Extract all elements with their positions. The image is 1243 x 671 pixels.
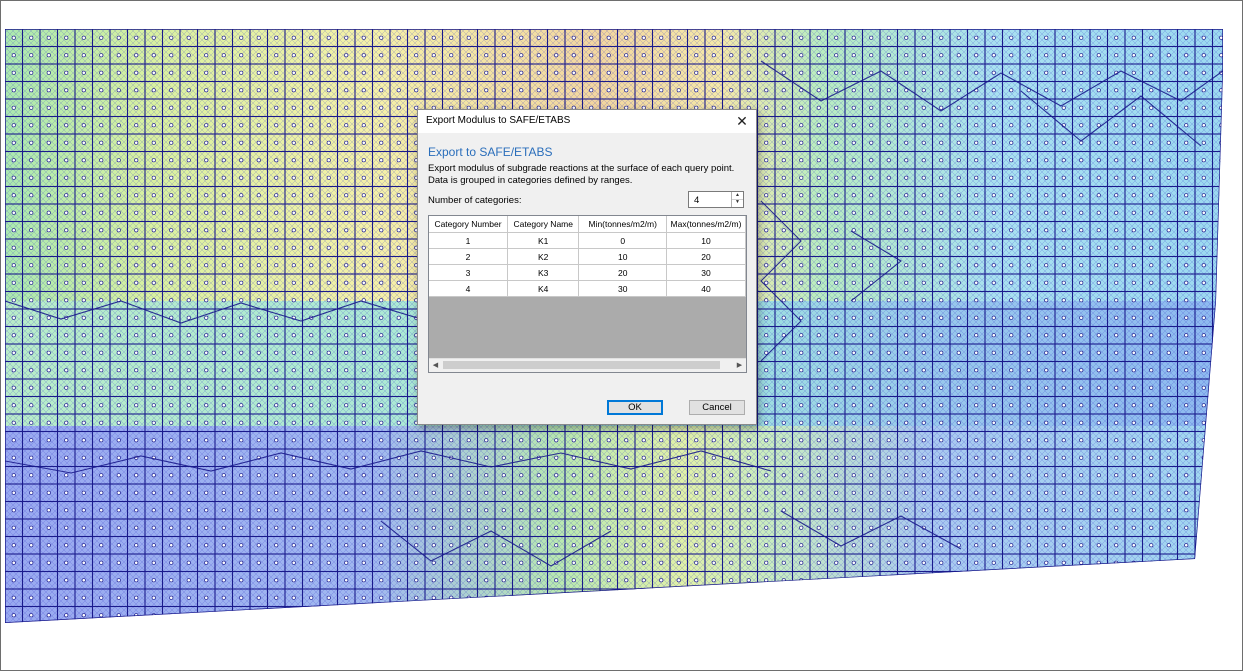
categories-table: Category Number Category Name Min(tonnes…: [428, 215, 747, 373]
table-cell[interactable]: 3: [429, 264, 508, 281]
categories-label: Number of categories:: [428, 195, 522, 206]
export-modulus-dialog: Export Modulus to SAFE/ETABS ✕ Export to…: [417, 109, 757, 425]
table-cell[interactable]: 20: [666, 248, 746, 265]
ok-button[interactable]: OK: [607, 400, 663, 415]
table-row: 4 K4 30 40: [429, 280, 746, 297]
table-header-row: Category Number Category Name Min(tonnes…: [429, 216, 746, 233]
table-cell[interactable]: 20: [578, 264, 667, 281]
table-cell[interactable]: 30: [578, 280, 667, 297]
table-cell[interactable]: 10: [578, 248, 667, 265]
left-arrow-icon[interactable]: ◀: [429, 359, 442, 372]
table-cell[interactable]: 4: [429, 280, 508, 297]
dialog-heading: Export to SAFE/ETABS: [428, 145, 553, 159]
table-cell[interactable]: 2: [429, 248, 508, 265]
down-arrow-icon[interactable]: ▼: [732, 199, 743, 206]
table-cell[interactable]: 40: [666, 280, 746, 297]
table-row: 3 K3 20 30: [429, 264, 746, 281]
categories-grid: Category Number Category Name Min(tonnes…: [429, 216, 746, 297]
table-cell[interactable]: K4: [507, 280, 580, 297]
viewport-frame: Export Modulus to SAFE/ETABS ✕ Export to…: [0, 0, 1243, 671]
table-cell[interactable]: K1: [507, 232, 580, 249]
table-row: 2 K2 10 20: [429, 248, 746, 265]
table-cell[interactable]: 30: [666, 264, 746, 281]
spin-buttons: ▲ ▼: [731, 192, 743, 207]
categories-spinbox[interactable]: 4 ▲ ▼: [688, 191, 744, 208]
table-cell[interactable]: 0: [578, 232, 667, 249]
table-cell[interactable]: 10: [666, 232, 746, 249]
table-cell[interactable]: K3: [507, 264, 580, 281]
table-cell[interactable]: 1: [429, 232, 508, 249]
close-icon[interactable]: ✕: [728, 110, 756, 133]
column-header[interactable]: Category Name: [507, 216, 580, 233]
right-arrow-icon[interactable]: ▶: [733, 359, 746, 372]
column-header[interactable]: Category Number: [429, 216, 508, 233]
column-header[interactable]: Max(tonnes/m2/m): [666, 216, 746, 233]
dialog-description: Export modulus of subgrade reactions at …: [428, 163, 735, 186]
dialog-title: Export Modulus to SAFE/ETABS: [426, 115, 571, 126]
scrollbar-thumb[interactable]: [443, 361, 720, 369]
table-cell[interactable]: K2: [507, 248, 580, 265]
categories-value[interactable]: 4: [694, 195, 699, 206]
horizontal-scrollbar[interactable]: ◀ ▶: [429, 358, 746, 372]
column-header[interactable]: Min(tonnes/m2/m): [578, 216, 667, 233]
dialog-titlebar[interactable]: Export Modulus to SAFE/ETABS ✕: [418, 110, 756, 133]
table-row: 1 K1 0 10: [429, 232, 746, 249]
cancel-button[interactable]: Cancel: [689, 400, 745, 415]
